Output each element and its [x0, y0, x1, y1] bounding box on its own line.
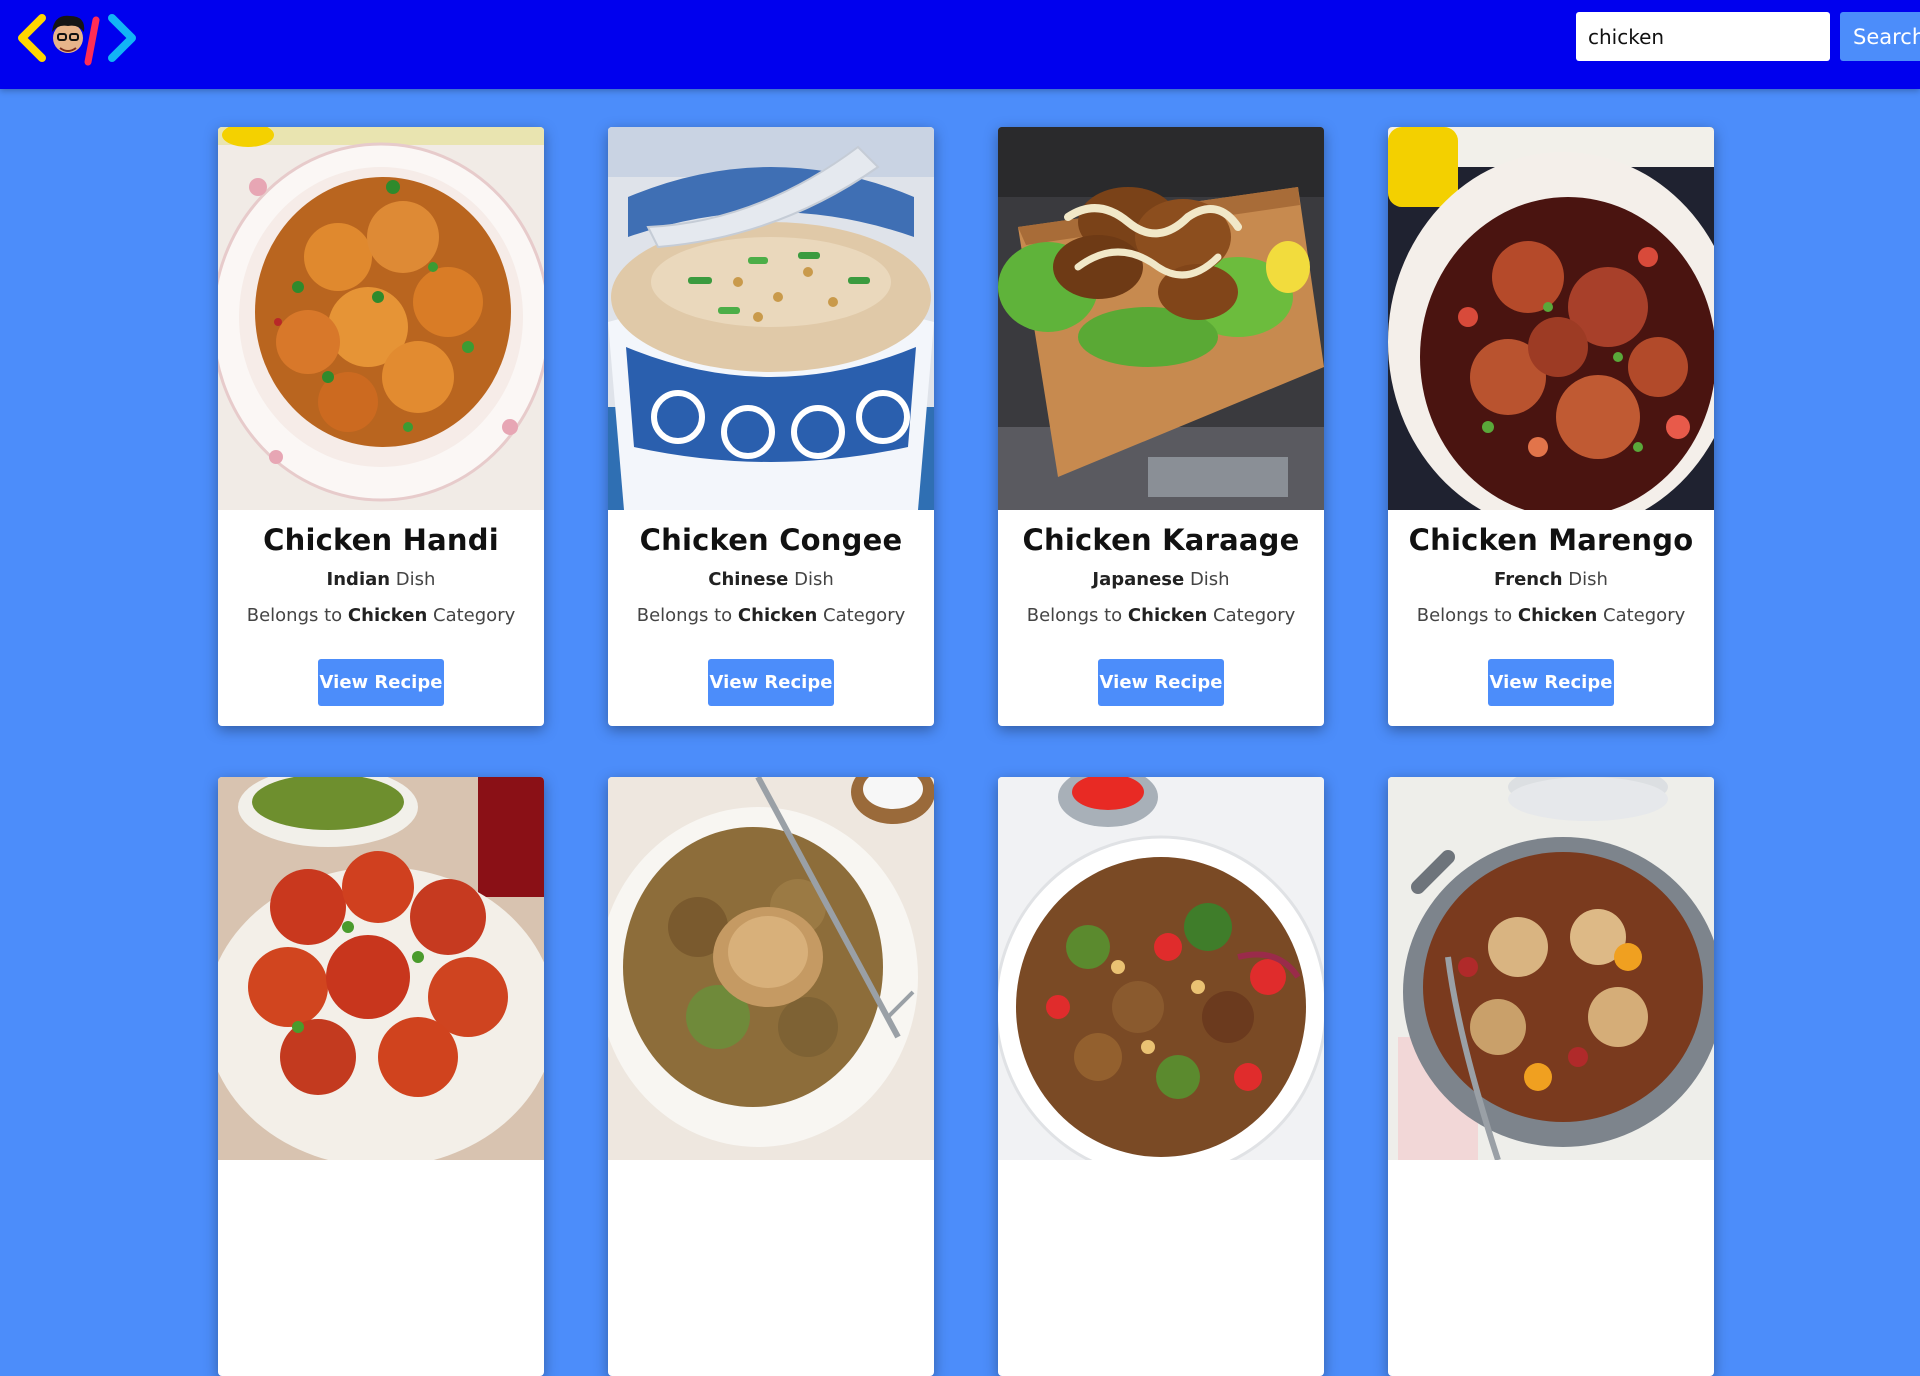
meal-area: Indian Dish	[326, 569, 436, 590]
view-recipe-button[interactable]: View Recipe	[1098, 659, 1224, 706]
search-button[interactable]: Search	[1840, 12, 1920, 61]
meal-title: Chicken Marengo	[1408, 523, 1694, 557]
meal-area: French Dish	[1494, 569, 1608, 590]
navbar: Search	[0, 0, 1920, 89]
meal-area: Japanese Dish	[1092, 569, 1230, 590]
meal-card: Chicken Marengo French Dish Belongs to C…	[1388, 127, 1714, 726]
logo-icon[interactable]	[12, 8, 146, 68]
meal-card	[998, 777, 1324, 1376]
meal-category: Belongs to Chicken Category	[246, 605, 516, 626]
view-recipe-button[interactable]: View Recipe	[1488, 659, 1614, 706]
meal-category: Belongs to Chicken Category	[636, 605, 906, 626]
meal-image	[1388, 127, 1714, 510]
meal-title: Chicken Karaage	[1022, 523, 1300, 557]
meal-card: Chicken Karaage Japanese Dish Belongs to…	[998, 127, 1324, 726]
meal-title: Chicken Congee	[639, 523, 903, 557]
meal-image	[998, 127, 1324, 510]
meal-category: Belongs to Chicken Category	[1416, 605, 1686, 626]
meal-area: Chinese Dish	[708, 569, 834, 590]
meal-grid: Chicken Handi Indian Dish Belongs to Chi…	[218, 127, 1714, 1376]
meal-image	[218, 777, 544, 1160]
meal-title: Chicken Handi	[263, 523, 499, 557]
meal-card	[608, 777, 934, 1376]
meal-image	[608, 127, 934, 510]
meal-image	[1388, 777, 1714, 1160]
meal-card: Chicken Handi Indian Dish Belongs to Chi…	[218, 127, 544, 726]
meal-card	[218, 777, 544, 1376]
view-recipe-button[interactable]: View Recipe	[708, 659, 834, 706]
meal-card	[1388, 777, 1714, 1376]
meal-image	[218, 127, 544, 510]
meal-image	[608, 777, 934, 1160]
meal-image	[998, 777, 1324, 1160]
meal-card: Chicken Congee Chinese Dish Belongs to C…	[608, 127, 934, 726]
search-input[interactable]	[1576, 12, 1830, 61]
meal-category: Belongs to Chicken Category	[1026, 605, 1296, 626]
view-recipe-button[interactable]: View Recipe	[318, 659, 444, 706]
